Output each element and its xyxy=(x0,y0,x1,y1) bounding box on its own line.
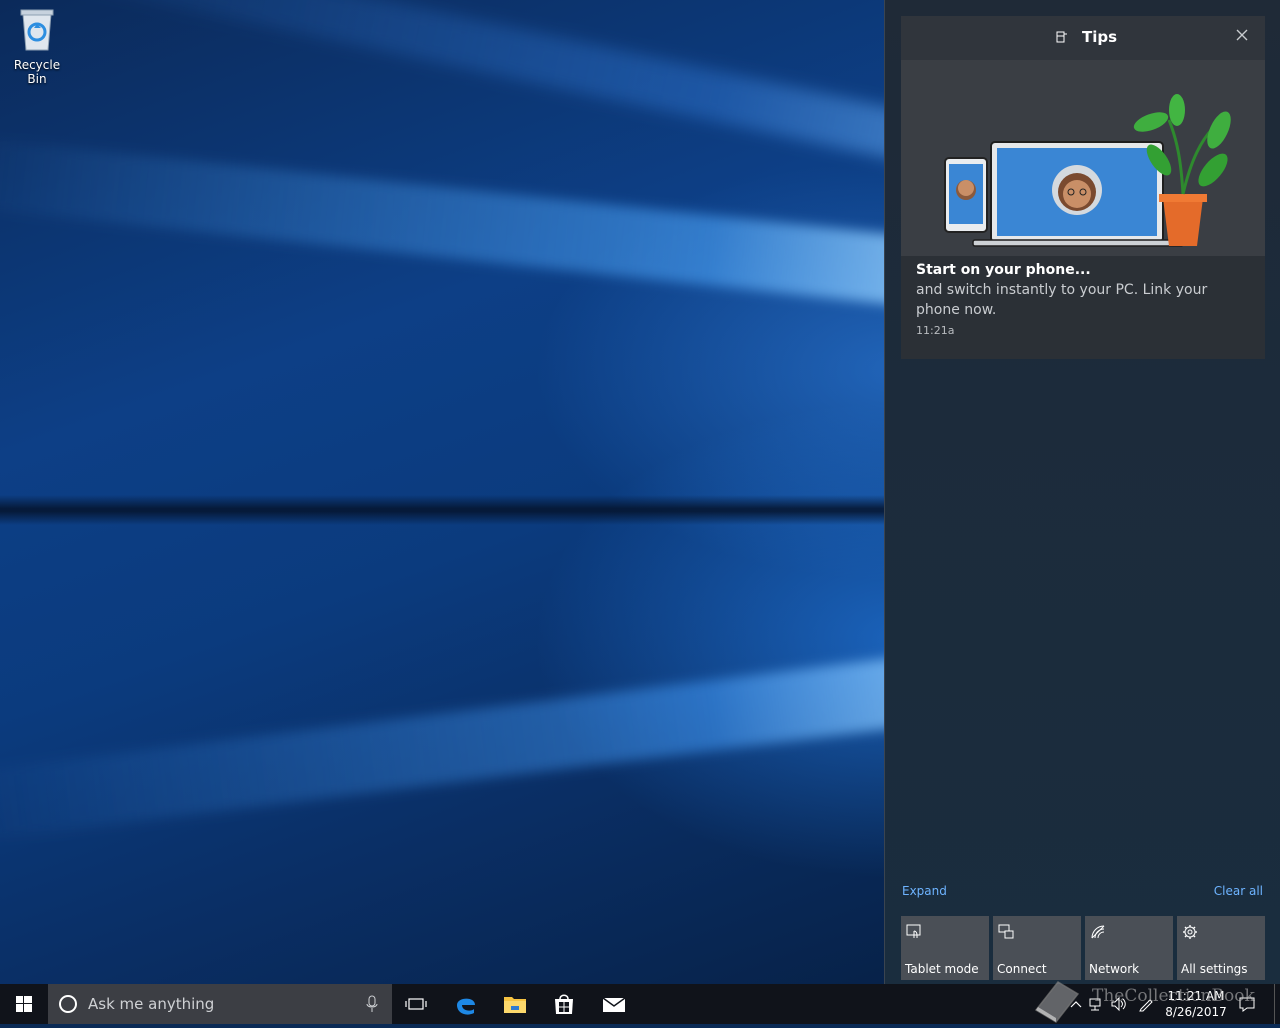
task-view-icon xyxy=(405,998,427,1010)
quick-action-label: Tablet mode xyxy=(905,962,979,976)
action-center-panel: Tips Start on your phone... and switch i… xyxy=(884,0,1280,984)
search-placeholder: Ask me anything xyxy=(88,995,215,1013)
cortana-icon xyxy=(59,995,77,1013)
light-beam xyxy=(0,640,884,844)
search-input[interactable]: Ask me anything xyxy=(48,984,392,1024)
store-button[interactable] xyxy=(540,984,588,1024)
notification-card[interactable]: Tips Start on your phone... and switch i… xyxy=(901,16,1265,359)
clock[interactable]: 11:21 AM 8/26/2017 xyxy=(1160,988,1232,1020)
notification-text: Start on your phone... and switch instan… xyxy=(916,262,1251,337)
quick-action-label: Network xyxy=(1089,962,1140,976)
mail-button[interactable] xyxy=(590,984,638,1024)
pen-workspace-icon[interactable] xyxy=(1138,996,1154,1012)
microphone-icon[interactable] xyxy=(366,995,378,1013)
chevron-up-icon[interactable] xyxy=(1068,996,1084,1012)
windows-logo-icon xyxy=(16,996,32,1012)
notification-title: Start on your phone... xyxy=(916,262,1091,278)
tablet-mode-icon xyxy=(906,924,921,938)
mail-icon xyxy=(602,997,626,1012)
quick-action-tablet-mode[interactable]: Tablet mode xyxy=(901,916,989,980)
light-beam xyxy=(0,135,884,320)
quick-action-all-settings[interactable]: All settings xyxy=(1177,916,1265,980)
connect-icon xyxy=(998,924,1014,939)
notification-body: and switch instantly to your PC. Link yo… xyxy=(916,282,1208,318)
desktop-wallpaper: Recycle Bin xyxy=(0,0,884,984)
recycle-bin-icon xyxy=(20,9,54,51)
volume-icon[interactable] xyxy=(1110,996,1126,1012)
file-explorer-button[interactable] xyxy=(491,984,539,1024)
expand-link[interactable]: Expand xyxy=(902,884,947,898)
notification-time: 11:21a xyxy=(916,324,955,337)
notification-hero-image xyxy=(901,60,1265,256)
gear-icon xyxy=(1183,925,1197,939)
clock-time: 11:21 AM xyxy=(1167,989,1225,1003)
network-icon xyxy=(1091,925,1105,939)
taskbar: Ask me anything 11:21 AM 8/26/2017 xyxy=(0,984,1280,1024)
notification-header: Tips xyxy=(901,16,1265,60)
tips-app-icon xyxy=(1056,31,1067,43)
desktop-icon-label: Recycle Bin xyxy=(13,58,61,86)
close-icon[interactable] xyxy=(1233,26,1251,44)
quick-action-label: All settings xyxy=(1181,962,1248,976)
start-button[interactable] xyxy=(0,984,48,1024)
clear-all-link[interactable]: Clear all xyxy=(1214,884,1263,898)
clock-date: 8/26/2017 xyxy=(1165,1005,1227,1019)
desktop-icon-recycle-bin[interactable]: Recycle Bin xyxy=(4,6,70,86)
edge-button[interactable] xyxy=(442,984,490,1024)
quick-action-network[interactable]: Network xyxy=(1085,916,1173,980)
file-explorer-icon xyxy=(504,997,526,1013)
task-view-button[interactable] xyxy=(392,984,440,1024)
network-tray-icon[interactable] xyxy=(1088,996,1104,1012)
edge-icon xyxy=(457,998,475,1015)
store-icon xyxy=(555,994,573,1014)
dark-band xyxy=(0,495,884,525)
quick-action-connect[interactable]: Connect xyxy=(993,916,1081,980)
show-desktop-button[interactable] xyxy=(1274,984,1280,1024)
quick-action-label: Connect xyxy=(997,962,1047,976)
notification-app-name: Tips xyxy=(1082,28,1118,46)
action-center-icon[interactable] xyxy=(1239,996,1255,1012)
